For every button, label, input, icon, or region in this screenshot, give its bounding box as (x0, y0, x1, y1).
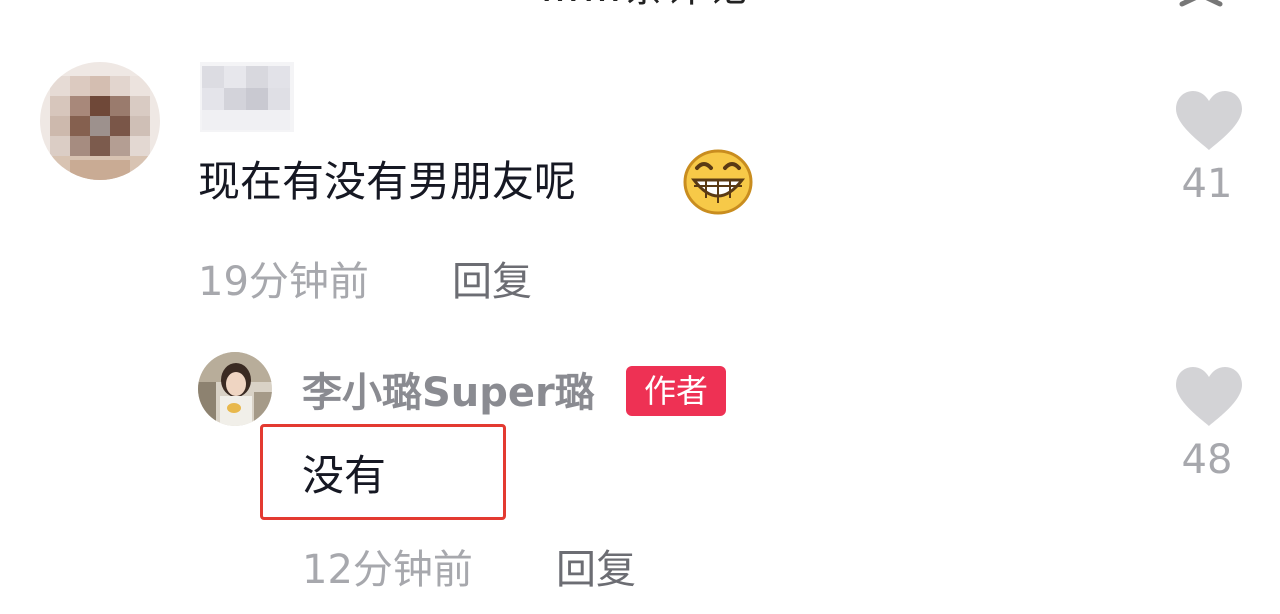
grinning-emoji-icon (682, 148, 754, 216)
avatar[interactable] (40, 62, 160, 180)
username-blurred (200, 62, 294, 132)
comment-timestamp: 19分钟前 (198, 259, 369, 305)
panel-title: ……条评论 (530, 0, 760, 10)
comment-text: 没有 (302, 451, 387, 500)
heart-icon[interactable] (1174, 366, 1244, 428)
author-badge: 作者 (626, 366, 726, 416)
heart-icon[interactable] (1174, 90, 1244, 152)
author-name[interactable]: 李小璐Super璐 (302, 368, 595, 418)
comment-text: 现在有没有男朋友呢 (198, 157, 577, 206)
avatar[interactable] (198, 352, 272, 426)
like-count: 41 (1181, 161, 1233, 207)
reply-button[interactable]: 回复 (452, 258, 532, 306)
comment-timestamp: 12分钟前 (302, 547, 473, 593)
like-count: 48 (1181, 437, 1233, 483)
reply-button[interactable]: 回复 (556, 546, 636, 594)
close-icon[interactable] (1176, 0, 1228, 26)
